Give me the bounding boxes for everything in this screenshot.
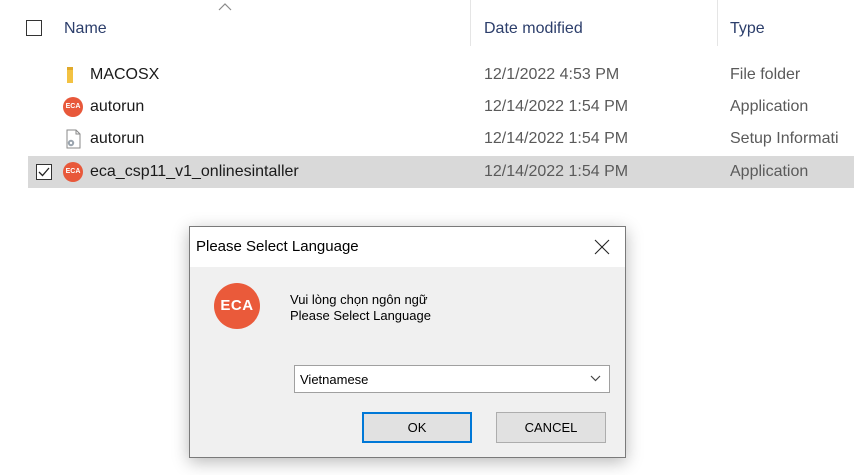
column-type[interactable]: Type — [730, 20, 765, 38]
file-type: Application — [730, 98, 809, 115]
file-name: MACOSX — [90, 66, 160, 83]
file-date: 12/14/2022 1:54 PM — [484, 163, 629, 180]
close-icon — [594, 239, 610, 255]
column-name[interactable]: Name — [64, 20, 107, 38]
file-row-autorun-inf[interactable]: autorun 12/14/2022 1:54 PM Setup Informa… — [0, 123, 854, 155]
checkmark-icon — [38, 167, 50, 177]
dialog-titlebar[interactable]: Please Select Language — [190, 227, 625, 267]
sort-ascending-icon[interactable] — [218, 3, 232, 11]
chevron-down-icon — [590, 375, 601, 382]
message-vietnamese: Vui lòng chọn ngôn ngữ — [290, 292, 428, 307]
file-date: 12/14/2022 1:54 PM — [484, 98, 629, 115]
file-name: eca_csp11_v1_onlinesintaller — [90, 163, 299, 180]
file-name: autorun — [90, 98, 145, 115]
ok-button[interactable]: OK — [362, 412, 472, 443]
close-button[interactable] — [579, 227, 625, 267]
eca-app-icon: ECA — [63, 162, 83, 182]
eca-app-icon: ECA — [63, 97, 83, 117]
file-name: autorun — [90, 130, 145, 147]
folder-icon — [67, 67, 73, 83]
message-english: Please Select Language — [290, 308, 431, 323]
setup-info-icon — [66, 129, 81, 149]
language-select[interactable]: Vietnamese — [294, 365, 610, 393]
column-divider[interactable] — [470, 0, 471, 46]
column-header: Name Date modified Type — [0, 0, 854, 60]
file-type: Application — [730, 163, 809, 180]
row-checkbox[interactable] — [36, 164, 52, 180]
dialog-title: Please Select Language — [196, 238, 359, 255]
select-all-checkbox[interactable] — [26, 20, 42, 36]
file-type: Setup Informati — [730, 130, 839, 147]
eca-logo: ECA — [214, 283, 260, 329]
file-date: 12/1/2022 4:53 PM — [484, 66, 620, 83]
file-type: File folder — [730, 66, 801, 83]
dialog-message: Vui lòng chọn ngôn ngữ Please Select Lan… — [290, 292, 431, 324]
language-dialog: Please Select Language ECA Vui lòng chọn… — [189, 226, 626, 458]
language-select-value: Vietnamese — [300, 372, 369, 387]
file-row-macosx[interactable]: MACOSX 12/1/2022 4:53 PM File folder — [0, 59, 854, 91]
cancel-button[interactable]: CANCEL — [496, 412, 606, 443]
file-row-autorun-app[interactable]: ECA autorun 12/14/2022 1:54 PM Applicati… — [0, 91, 854, 123]
file-row-installer[interactable]: ECA eca_csp11_v1_onlinesintaller 12/14/2… — [28, 156, 854, 188]
file-date: 12/14/2022 1:54 PM — [484, 130, 629, 147]
desktop-root: Name Date modified Type MACOSX 12/1/2022… — [0, 0, 854, 475]
column-divider[interactable] — [717, 0, 718, 46]
column-date-modified[interactable]: Date modified — [484, 20, 583, 38]
